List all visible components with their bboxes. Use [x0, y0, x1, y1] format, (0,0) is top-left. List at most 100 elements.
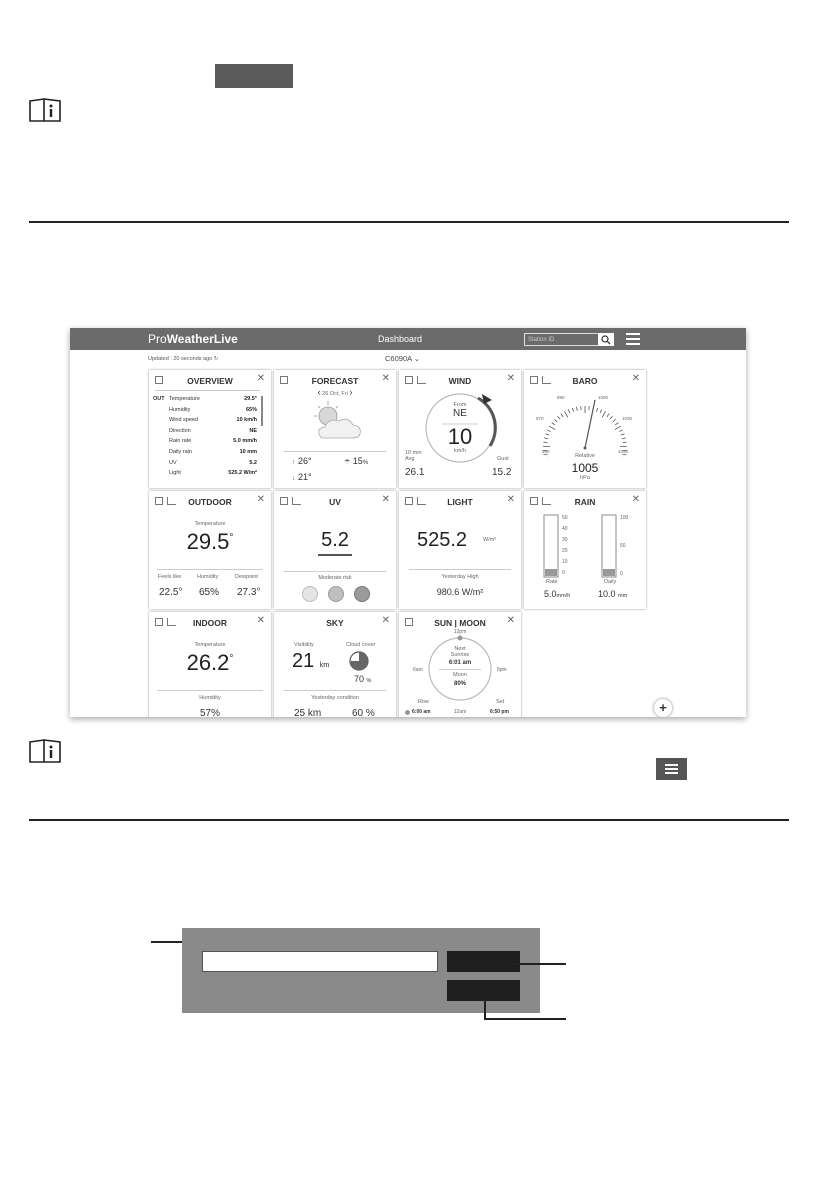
sky-yesterday-visibility: 25 km: [294, 708, 322, 717]
baro-tick-mark: [571, 407, 574, 412]
feels-label: Feels like: [158, 574, 182, 580]
dashboard-header: ProWeatherLive Dashboard Station ID: [70, 328, 746, 350]
search-icon[interactable]: [598, 333, 614, 346]
refresh-icon[interactable]: ↻: [214, 356, 219, 362]
rain-rate-tick: 40: [562, 526, 568, 532]
card-title: UV: [329, 497, 341, 507]
close-icon[interactable]: ✕: [507, 615, 515, 626]
baro-tick-mark: [601, 411, 606, 418]
add-widget-button[interactable]: +: [654, 699, 672, 717]
outdoor-card: OUTDOOR ✕ Temperature 29.5° Feels like H…: [149, 491, 271, 609]
card-title: OVERVIEW: [187, 376, 233, 386]
card-title: OUTDOOR: [188, 497, 232, 507]
dewpoint-value: 27.3°: [237, 587, 261, 598]
uv-dot: [302, 586, 318, 602]
wind-gust: 15.2: [492, 467, 512, 478]
overview-row-label: Wind speed: [169, 417, 199, 424]
card-title: BARO: [572, 376, 598, 386]
uv-dot: [328, 586, 344, 602]
callout-line: [484, 1018, 566, 1020]
light-unit: W/m²: [483, 537, 497, 543]
set-label: Set: [496, 699, 505, 705]
close-icon[interactable]: ✕: [257, 494, 265, 505]
forecast-high: ↑ 26°: [292, 456, 312, 466]
scrollbar[interactable]: [261, 396, 263, 426]
baro-tick: 990: [557, 395, 565, 400]
rain-rate-tick: 50: [562, 515, 568, 521]
sunrise-hour-label: 6am: [413, 667, 423, 673]
close-icon[interactable]: ✕: [632, 373, 640, 384]
url-input[interactable]: [202, 951, 438, 972]
callout-line: [511, 963, 566, 965]
close-icon[interactable]: ✕: [257, 373, 265, 384]
card-title: RAIN: [574, 497, 596, 507]
baro-tick-mark: [545, 433, 550, 436]
sky-card: SKY ✕ Visibility Cloud cover 21 km 70 % …: [274, 612, 396, 717]
close-icon[interactable]: ✕: [382, 373, 390, 384]
baro-tick-mark: [606, 413, 610, 418]
apply-button[interactable]: [447, 951, 520, 972]
uv-dot: [354, 586, 370, 602]
overview-card: OVERVIEW ✕ OUT Temperature 29.5° Humidity 6…: [149, 370, 271, 488]
highlight-bar: [215, 64, 293, 88]
close-icon[interactable]: ✕: [257, 615, 265, 626]
baro-tick-mark: [609, 416, 613, 420]
light-card: LIGHT ✕ 525.2 W/m² Yesterday High 980.6 …: [399, 491, 521, 609]
overview-row-value: 65%: [245, 406, 257, 413]
outdoor-temp: 29.5°: [186, 529, 234, 554]
callout-line: [484, 998, 486, 1019]
chevron-left-icon[interactable]: ‹: [318, 387, 321, 397]
baro-tick-mark: [557, 416, 561, 420]
baro-card: BARO ✕ 970 990 1000 1030 950 1050 Relati…: [524, 370, 646, 488]
baro-tick-mark: [612, 418, 616, 423]
rain-daily-label: Daily: [604, 579, 617, 585]
next-sunrise-time: 6:01 am: [448, 660, 472, 666]
wind-gust-label: Gust: [497, 456, 509, 462]
rain-rate-tick: 10: [562, 559, 568, 565]
baro-tick-mark: [554, 418, 558, 423]
card-title: INDOOR: [193, 618, 227, 628]
humidity-value: 65%: [199, 587, 220, 598]
humidity-value: 57%: [199, 708, 220, 717]
overview-row-label: Humidity: [169, 406, 191, 413]
chevron-right-icon[interactable]: ›: [349, 387, 352, 397]
close-icon[interactable]: ✕: [632, 494, 640, 505]
card-title: WIND: [448, 376, 472, 386]
dewpoint-label: Dewpoint: [235, 574, 258, 580]
forecast-low: ↓ 21°: [292, 472, 312, 482]
overview-row-label: Light: [169, 470, 181, 477]
uv-card: UV ✕ 5.2 Moderate risk: [274, 491, 396, 609]
noon-label: 12pm: [453, 629, 467, 635]
cloud-value: 70 %: [354, 674, 372, 684]
overview-row-value: 10 km/h: [236, 417, 257, 424]
baro-tick-mark: [567, 409, 571, 414]
menu-icon[interactable]: [626, 333, 640, 345]
baro-tick-mark: [599, 409, 603, 414]
close-icon[interactable]: ✕: [382, 615, 390, 626]
baro-value: 1005: [571, 461, 599, 475]
cloud-label: Cloud cover: [346, 642, 376, 648]
visibility-value: 21 km: [292, 650, 330, 672]
rain-rate-tick: 0: [562, 570, 565, 576]
info-book-icon: [29, 739, 61, 763]
overview-row-value: 525.2 W/m²: [228, 470, 257, 477]
temp-label: Temperature: [194, 521, 226, 527]
out-prefix: OUT: [153, 396, 165, 402]
close-icon[interactable]: ✕: [382, 494, 390, 505]
baro-tick-mark: [544, 437, 549, 440]
station-selector[interactable]: C6090A ⌄: [385, 354, 420, 363]
baro-tick-mark: [551, 422, 556, 426]
baro-tick-mark: [622, 441, 627, 444]
wind-speed: 10: [447, 424, 473, 449]
overview-row-value: 10 mm: [239, 449, 257, 455]
rain-daily: 10.0 mm: [598, 589, 628, 599]
light-value: 525.2: [417, 529, 468, 551]
forecast-rain: ☂ 15%: [344, 456, 369, 466]
close-icon[interactable]: ✕: [507, 494, 515, 505]
close-icon[interactable]: ✕: [507, 373, 515, 384]
page-title: Dashboard: [378, 334, 423, 344]
humidity-label: Humidity: [197, 574, 219, 580]
temp-label: Temperature: [194, 642, 226, 648]
baro-tick-mark: [596, 407, 599, 412]
uv-underline: [318, 554, 352, 556]
